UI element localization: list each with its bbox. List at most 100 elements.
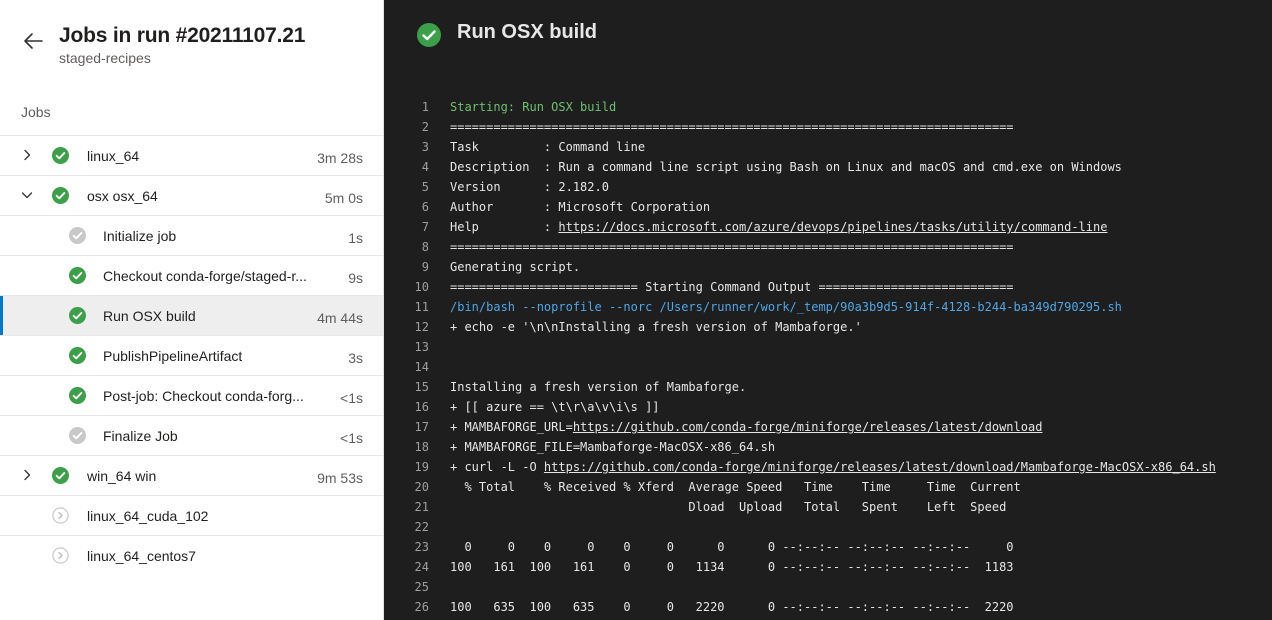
job-step-row[interactable]: Checkout conda-forge/staged-r... 9s <box>0 255 383 295</box>
log-line: 23 0 0 0 0 0 0 0 0 --:--:-- --:--:-- --:… <box>385 537 1272 557</box>
job-duration: 3s <box>348 350 363 366</box>
log-link[interactable]: https://docs.microsoft.com/azure/devops/… <box>558 220 1107 234</box>
line-number: 7 <box>421 220 429 234</box>
log-line: 3 Task : Command line <box>385 137 1272 157</box>
line-number: 1 <box>421 100 429 114</box>
log-segment: + MAMBAFORGE_URL= <box>450 420 573 434</box>
line-number: 18 <box>414 440 429 454</box>
log-line: 20 % Total % Received % Xferd Average Sp… <box>385 477 1272 497</box>
job-row[interactable]: linux_64_cuda_102 <box>0 495 383 535</box>
log-text: Description : Run a command line script … <box>450 157 1122 177</box>
log-text: + curl -L -O https://github.com/conda-fo… <box>450 457 1216 477</box>
log-panel: Run OSX build 1 Starting: Run OSX build 2 =… <box>385 0 1272 620</box>
success-check-icon <box>52 467 69 484</box>
success-check-icon <box>417 23 441 47</box>
job-row[interactable]: osx osx_64 5m 0s <box>0 175 383 215</box>
log-line: 1 Starting: Run OSX build <box>385 97 1272 117</box>
log-segment: Author : Microsoft Corporation <box>450 200 711 214</box>
log-link[interactable]: https://github.com/conda-forge/miniforge… <box>544 460 1216 474</box>
success-check-icon <box>52 147 69 164</box>
line-number: 21 <box>414 500 429 514</box>
job-step-row[interactable]: PublishPipelineArtifact 3s <box>0 335 383 375</box>
job-duration: <1s <box>340 390 363 406</box>
skipped-check-icon <box>69 427 86 444</box>
job-row[interactable]: win_64 win 9m 53s <box>0 455 383 495</box>
job-step-row[interactable]: Run OSX build 4m 44s <box>0 295 383 335</box>
chevron-right-icon[interactable] <box>21 469 33 481</box>
jobs-list: linux_64 3m 28s osx osx_64 5m 0s Initialize … <box>0 135 383 575</box>
log-line: 13 <box>385 337 1272 357</box>
log-segment: ========================================… <box>450 120 1014 134</box>
log-line: 24 100 161 100 161 0 0 1134 0 --:--:-- --… <box>385 557 1272 577</box>
line-number: 15 <box>414 380 429 394</box>
log-segment: ========================== Starting Comm… <box>450 280 1014 294</box>
log-segment: Generating script. <box>450 260 581 274</box>
job-name: win_64 win <box>87 468 157 484</box>
line-number: 4 <box>421 160 429 174</box>
job-row[interactable]: linux_64_centos7 <box>0 535 383 575</box>
line-number: 8 <box>421 240 429 254</box>
line-number: 19 <box>414 460 429 474</box>
line-number: 20 <box>414 480 429 494</box>
log-line: 4 Description : Run a command line script… <box>385 157 1272 177</box>
job-row[interactable]: linux_64 3m 28s <box>0 135 383 175</box>
log-segment: + curl -L -O <box>450 460 544 474</box>
log-line: 17 + MAMBAFORGE_URL=https://github.com/co… <box>385 417 1272 437</box>
page-title: Jobs in run #20211107.21 <box>59 24 306 47</box>
log-segment: + MAMBAFORGE_FILE=Mambaforge-MacOSX-x86_… <box>450 440 776 454</box>
job-name: Checkout conda-forge/staged-r... <box>103 268 307 284</box>
log-line: 2 =======================================… <box>385 117 1272 137</box>
log-segment: + echo -e '\n\nInstalling a fresh versio… <box>450 320 862 334</box>
log-text: Starting: Run OSX build <box>450 97 616 117</box>
chevron-right-icon[interactable] <box>21 149 33 161</box>
log-segment: Description : Run a command line script … <box>450 160 1122 174</box>
log-line: 12 + echo -e '\n\nInstalling a fresh vers… <box>385 317 1272 337</box>
success-check-icon <box>69 387 86 404</box>
job-step-row[interactable]: Finalize Job <1s <box>0 415 383 455</box>
log-segment: Task : Command line <box>450 140 646 154</box>
log-text: /bin/bash --noprofile --norc /Users/runn… <box>450 297 1122 317</box>
log-line: 14 <box>385 357 1272 377</box>
log-segment: Starting: Run OSX build <box>450 100 617 114</box>
job-step-row[interactable]: Initialize job 1s <box>0 215 383 255</box>
log-line: 19 + curl -L -O https://github.com/conda-… <box>385 457 1272 477</box>
log-line: 8 =======================================… <box>385 237 1272 257</box>
job-name: osx osx_64 <box>87 188 158 204</box>
pending-icon <box>52 547 69 564</box>
success-check-icon <box>52 187 69 204</box>
back-arrow-icon[interactable] <box>22 30 44 52</box>
log-text: 0 0 0 0 0 0 0 0 --:--:-- --:--:-- --:--:… <box>450 537 1014 557</box>
log-line: 21 Dload Upload Total Spent Left Speed <box>385 497 1272 517</box>
log-line: 7 Help : https://docs.microsoft.com/azure… <box>385 217 1272 237</box>
log-text: Dload Upload Total Spent Left Speed <box>450 497 1006 517</box>
job-name: linux_64_centos7 <box>87 548 196 564</box>
log-segment: Dload Upload Total Spent Left Speed <box>450 500 1007 514</box>
log-segment: + [[ azure == \t\r\a\v\i\s ]] <box>450 400 660 414</box>
line-number: 25 <box>414 580 429 594</box>
success-check-icon <box>69 307 86 324</box>
job-name: Finalize Job <box>103 428 178 444</box>
line-number: 2 <box>421 120 429 134</box>
log-text: + MAMBAFORGE_URL=https://github.com/cond… <box>450 417 1042 437</box>
log-line: 9 Generating script. <box>385 257 1272 277</box>
log-segment: 0 0 0 0 0 0 0 0 --:--:-- --:--:-- --:--:… <box>450 540 1014 554</box>
log-text: Task : Command line <box>450 137 645 157</box>
line-number: 11 <box>414 300 429 314</box>
log-line: 6 Author : Microsoft Corporation <box>385 197 1272 217</box>
log-output[interactable]: 1 Starting: Run OSX build 2 ===============… <box>385 97 1272 617</box>
log-text: Installing a fresh version of Mambaforge… <box>450 377 746 397</box>
log-line: 11/bin/bash --noprofile --norc /Users/ru… <box>385 297 1272 317</box>
job-duration: 5m 0s <box>324 190 363 206</box>
log-line: 16 + [[ azure == \t\r\a\v\i\s ]] <box>385 397 1272 417</box>
log-segment: % Total % Received % Xferd Average Speed… <box>450 480 1021 494</box>
log-segment: 100 161 100 161 0 0 1134 0 --:--:-- --:-… <box>450 560 1014 574</box>
log-line: 26 100 635 100 635 0 0 2220 0 --:--:-- --… <box>385 597 1272 617</box>
log-link[interactable]: https://github.com/conda-forge/miniforge… <box>573 420 1043 434</box>
log-text: 100 635 100 635 0 0 2220 0 --:--:-- --:-… <box>450 597 1014 617</box>
job-name: Initialize job <box>103 228 177 244</box>
job-step-row[interactable]: Post-job: Checkout conda-forg... <1s <box>0 375 383 415</box>
line-number: 13 <box>414 340 429 354</box>
log-line: 25 <box>385 577 1272 597</box>
log-text: ========================== Starting Comm… <box>450 277 1014 297</box>
chevron-down-icon[interactable] <box>21 189 33 201</box>
